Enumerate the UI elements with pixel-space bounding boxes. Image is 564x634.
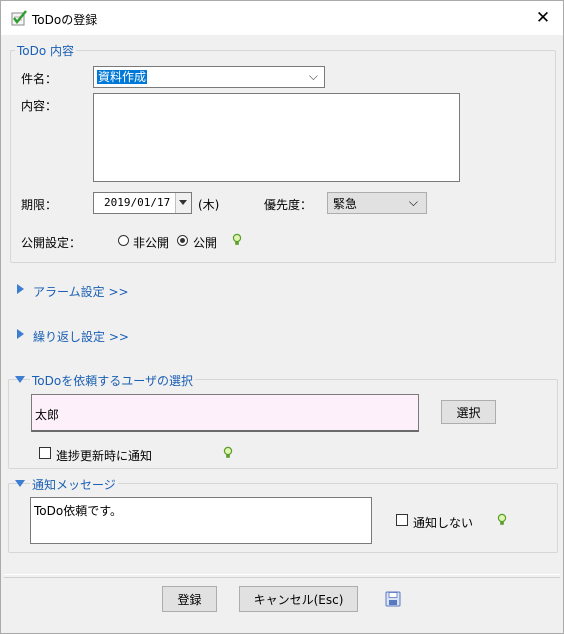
register-button[interactable]: 登録 (162, 586, 217, 612)
lightbulb-icon[interactable] (497, 513, 507, 527)
chevron-down-icon[interactable]: ⌵ (309, 69, 318, 84)
lightbulb-icon[interactable] (232, 233, 242, 247)
subject-combobox[interactable]: 資料作成 ⌵ (93, 66, 325, 88)
collapse-arrow-icon[interactable] (15, 376, 25, 383)
dropdown-arrow-icon (179, 200, 187, 205)
checkmark-notepad-icon (11, 10, 27, 26)
requested-user-value: 太郎 (35, 408, 60, 422)
priority-value: 緊急 (333, 196, 358, 211)
chevron-down-icon: ⌵ (408, 195, 418, 209)
notify-message-legend: 通知メッセージ (30, 476, 118, 493)
repeat-settings-expander[interactable]: 繰り返し設定 >> (33, 328, 129, 345)
no-notify-label[interactable]: 通知しない (413, 514, 473, 531)
content-label: 内容： (21, 99, 58, 113)
title-bar: ToDoの登録 ✕ (1, 1, 563, 35)
expand-arrow-icon[interactable] (17, 284, 24, 294)
due-label: 期限： (21, 198, 58, 212)
footer-divider (4, 574, 560, 575)
window-title: ToDoの登録 (32, 13, 98, 27)
select-user-button[interactable]: 選択 (441, 400, 496, 424)
publish-label: 公開設定： (21, 236, 82, 250)
expand-arrow-icon[interactable] (17, 329, 24, 339)
user-select-legend: ToDoを依頼するユーザの選択 (30, 372, 195, 389)
date-dropdown-button[interactable] (175, 193, 191, 213)
radio-private[interactable] (118, 235, 129, 246)
message-value: ToDo依頼です。 (34, 504, 123, 518)
lightbulb-icon[interactable] (223, 446, 233, 460)
requested-user-field[interactable]: 太郎 (31, 394, 419, 432)
no-notify-checkbox[interactable] (396, 514, 408, 526)
message-textarea[interactable]: ToDo依頼です。 (30, 497, 372, 544)
floppy-disk-icon[interactable] (385, 591, 401, 607)
alarm-settings-expander[interactable]: アラーム設定 >> (33, 283, 129, 300)
close-icon: ✕ (535, 8, 551, 28)
radio-public-label[interactable]: 公開 (193, 234, 217, 251)
cancel-button[interactable]: キャンセル(Esc) (239, 586, 358, 612)
radio-private-label[interactable]: 非公開 (133, 234, 169, 251)
close-button[interactable]: ✕ (523, 1, 563, 35)
due-date-picker[interactable]: 2019/01/17 (93, 192, 192, 214)
due-weekday: (木) (198, 198, 220, 212)
subject-label: 件名： (21, 72, 58, 86)
todo-register-dialog: ToDoの登録 ✕ ToDo 内容 件名： 資料作成 ⌵ 内容： 期限： 201… (0, 0, 564, 634)
content-textarea[interactable] (93, 93, 460, 182)
notify-progress-label[interactable]: 進捗更新時に通知 (56, 447, 152, 464)
radio-public[interactable] (177, 235, 188, 246)
subject-value: 資料作成 (97, 70, 148, 84)
priority-label: 優先度： (264, 198, 313, 212)
collapse-arrow-icon[interactable] (15, 480, 25, 487)
todo-content-legend: ToDo 内容 (15, 42, 77, 59)
notify-progress-checkbox[interactable] (39, 447, 51, 459)
priority-select[interactable]: 緊急 ⌵ (327, 192, 427, 214)
due-date-value: 2019/01/17 (104, 196, 171, 209)
